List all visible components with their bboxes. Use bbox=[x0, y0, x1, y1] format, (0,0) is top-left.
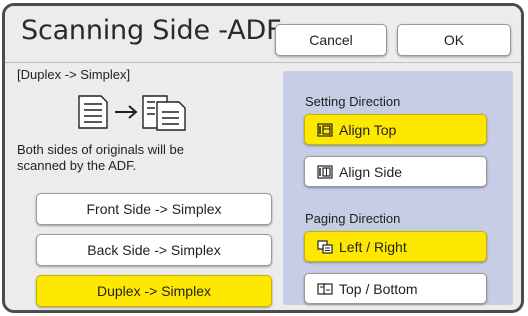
ok-button[interactable]: OK bbox=[397, 24, 511, 56]
paging-direction-label: Paging Direction bbox=[305, 211, 401, 226]
left-right-button[interactable]: Left / Right bbox=[304, 231, 487, 262]
left-right-paging-icon bbox=[317, 239, 333, 254]
duplex-simplex-button[interactable]: Duplex -> Simplex bbox=[36, 275, 272, 307]
align-top-icon bbox=[317, 122, 333, 137]
setting-direction-label: Setting Direction bbox=[305, 94, 401, 109]
align-side-icon bbox=[317, 164, 333, 179]
description-text: Both sides of originals will be scanned … bbox=[17, 142, 184, 173]
top-bottom-button[interactable]: Top / Bottom bbox=[304, 273, 487, 304]
left-right-label: Left / Right bbox=[339, 238, 407, 255]
front-side-simplex-button[interactable]: Front Side -> Simplex bbox=[36, 193, 272, 225]
align-side-label: Align Side bbox=[339, 163, 403, 180]
align-top-label: Align Top bbox=[339, 121, 397, 138]
duplex-to-simplex-diagram-icon bbox=[75, 84, 225, 137]
title-bar: Scanning Side -ADF Cancel OK bbox=[5, 6, 521, 64]
align-side-button[interactable]: Align Side bbox=[304, 156, 487, 187]
dialog-frame: Scanning Side -ADF Cancel OK [Duplex -> … bbox=[2, 3, 524, 313]
cancel-button[interactable]: Cancel bbox=[275, 24, 387, 56]
title-divider bbox=[5, 62, 521, 63]
mode-label: [Duplex -> Simplex] bbox=[17, 67, 131, 82]
top-bottom-paging-icon bbox=[317, 282, 333, 296]
align-top-button[interactable]: Align Top bbox=[304, 114, 487, 145]
dialog-title: Scanning Side -ADF bbox=[21, 15, 282, 46]
top-bottom-label: Top / Bottom bbox=[339, 280, 418, 297]
back-side-simplex-button[interactable]: Back Side -> Simplex bbox=[36, 234, 272, 266]
